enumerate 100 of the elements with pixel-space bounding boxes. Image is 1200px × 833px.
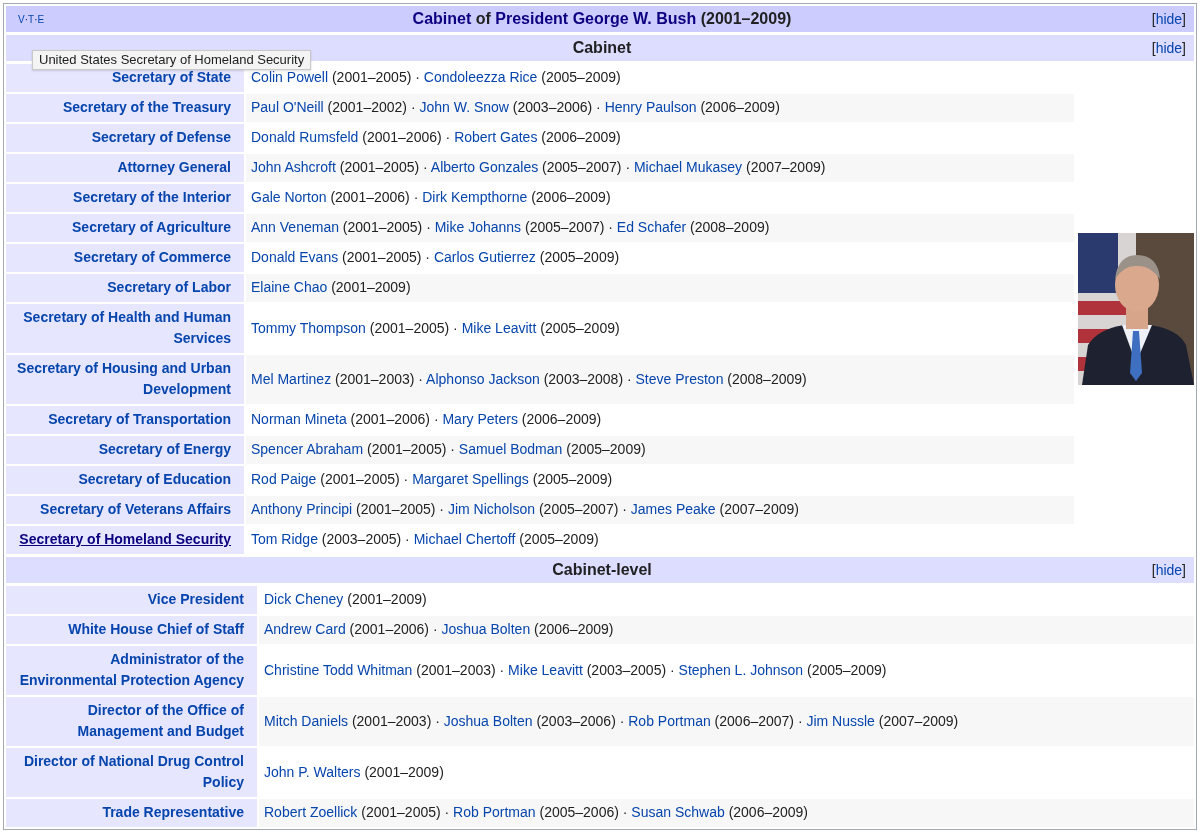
person-link[interactable]: Mike Johanns [434,219,522,235]
years-text: (2007–2009) [878,712,959,729]
person-link[interactable]: Dick Cheney [264,591,344,607]
years-text: (2001–2006) · [330,189,419,205]
person-link[interactable]: Colin Powell [251,69,329,85]
years-text: (2001–2003) · [335,370,423,387]
years-text: (2001–2005) · [369,319,458,336]
person-link[interactable]: Alphonso Jackson [426,370,540,387]
group-title: Cabinet-level [552,560,652,580]
group-label-link[interactable]: White House Chief of Staff [68,619,244,640]
person-link[interactable]: Samuel Bodman [458,441,563,457]
person-link[interactable]: Tom Ridge [251,531,318,547]
years-text: (2001–2005) · [342,219,431,235]
group-label-link[interactable]: Director of the Office of Management and Budget [12,700,244,742]
person-link[interactable]: Stephen L. Johnson [678,661,804,678]
person-link[interactable]: Robert Gates [454,129,538,145]
person-link[interactable]: John W. Snow [419,99,509,115]
group-label-link[interactable]: Vice President [147,589,244,610]
person-link[interactable]: Jim Nicholson [447,501,536,517]
years-text: (2005–2007) · [542,159,631,175]
person-link[interactable]: Robert Zoellick [264,804,358,820]
years-text: (2005–2009) [566,441,646,457]
years-text: (2005–2006) · [539,804,628,820]
person-link[interactable]: Mary Peters [442,411,518,427]
person-link[interactable]: Tommy Thompson [251,319,366,336]
years-text: (2001–2005) · [361,804,450,820]
title-link[interactable]: Cabinet [412,10,472,27]
group-label-link[interactable]: Secretary of State [111,67,231,88]
person-link[interactable]: John Ashcroft [251,159,336,175]
group-label-link[interactable]: Secretary of Housing and Urban Development [12,358,231,400]
group-label-link[interactable]: Director of National Drug Control Policy [12,751,244,793]
person-link[interactable]: Susan Schwab [631,804,725,820]
person-link[interactable]: Joshua Bolten [443,712,533,729]
group-label-link[interactable]: Secretary of Commerce [73,247,231,268]
person-link[interactable]: Rob Portman [628,712,711,729]
group-label-link[interactable]: Secretary of Education [78,469,231,490]
group-label-link[interactable]: Secretary of Veterans Affairs [40,499,231,520]
person-link[interactable]: Dirk Kempthorne [422,189,528,205]
group-label-link[interactable]: Attorney General [117,157,231,178]
years-text: (2001–2005) · [320,471,409,487]
years-text: (2006–2007) · [714,712,803,729]
years-text: (2008–2009) [690,219,770,235]
title-link[interactable]: President George W. Bush [495,10,697,27]
years-text: (2005–2009) [540,319,620,336]
group-label-link[interactable]: Secretary of the Treasury [62,97,231,118]
talk-link[interactable]: T [28,13,35,25]
group-label-link[interactable]: Secretary of Transportation [48,409,231,430]
bracket-text: ] [1182,10,1186,27]
person-link[interactable]: Christine Todd Whitman [264,661,413,678]
group-label-link[interactable]: Secretary of Agriculture [72,217,231,238]
years-text: (2005–2009) [539,249,620,265]
years-text: (2005–2007) · [525,219,613,235]
person-link[interactable]: Donald Evans [251,249,339,265]
person-link[interactable]: Mel Martinez [251,370,332,387]
person-link[interactable]: Alberto Gonzales [430,159,539,175]
person-link[interactable]: Elaine Chao [251,279,328,295]
person-link[interactable]: Margaret Spellings [412,471,529,487]
person-link[interactable]: Jim Nussle [806,712,875,729]
group-label-link[interactable]: Secretary of Labor [107,277,231,298]
years-text: (2001–2009) [331,279,411,295]
person-link[interactable]: Mike Leavitt [461,319,537,336]
group-label-link[interactable]: Secretary of Defense [91,127,231,148]
person-link[interactable]: Donald Rumsfeld [251,129,359,145]
person-link[interactable]: Mike Leavitt [508,661,583,678]
person-link[interactable]: Anthony Principi [251,501,353,517]
navbox-title: Cabinet of President George W. Bush (2001–2009) [412,9,792,29]
person-link[interactable]: Condoleezza Rice [423,69,538,85]
person-link[interactable]: Joshua Bolten [441,621,531,637]
years-text: (2001–2003) · [351,712,440,729]
person-link[interactable]: Spencer Abraham [251,441,364,457]
edit-link[interactable]: E [37,13,45,25]
years-text: (2006–2009) [541,129,621,145]
person-link[interactable]: Ed Schafer [616,219,687,235]
person-link[interactable]: Steve Preston [635,370,724,387]
person-link[interactable]: Rod Paige [251,471,317,487]
person-link[interactable]: Andrew Card [264,621,346,637]
years-text: (2006–2009) [728,804,809,820]
person-link[interactable]: Carlos Gutierrez [433,249,536,265]
person-link[interactable]: John P. Walters [264,763,361,780]
years-text: (2005–2007) · [538,501,627,517]
person-link[interactable]: Gale Norton [251,189,327,205]
group-label-link[interactable]: Secretary of Energy [98,439,231,460]
group-label-link[interactable]: Secretary of Homeland Security [19,529,231,550]
person-link[interactable]: Michael Mukasey [633,159,743,175]
bracket-text: [ [1151,39,1156,56]
view-link[interactable]: V [18,13,25,25]
group-label-link[interactable]: Administrator of the Environmental Protection Agency [12,649,244,691]
person-link[interactable]: Rob Portman [453,804,536,820]
person-link[interactable]: Norman Mineta [251,411,347,427]
person-link[interactable]: Ann Veneman [251,219,339,235]
person-link[interactable]: Mitch Daniels [264,712,349,729]
person-link[interactable]: Henry Paulson [604,99,697,115]
group-label-link[interactable]: Secretary of the Interior [73,187,231,208]
years-text: (2001–2005) · [339,159,428,175]
group-label-link[interactable]: Secretary of Health and Human Services [12,307,231,349]
person-link[interactable]: James Peake [630,501,716,517]
person-link[interactable]: Michael Chertoff [413,531,516,547]
person-link[interactable]: Paul O'Neill [251,99,324,115]
years-text: (2008–2009) [727,370,807,387]
group-label-link[interactable]: Trade Representative [102,802,244,823]
